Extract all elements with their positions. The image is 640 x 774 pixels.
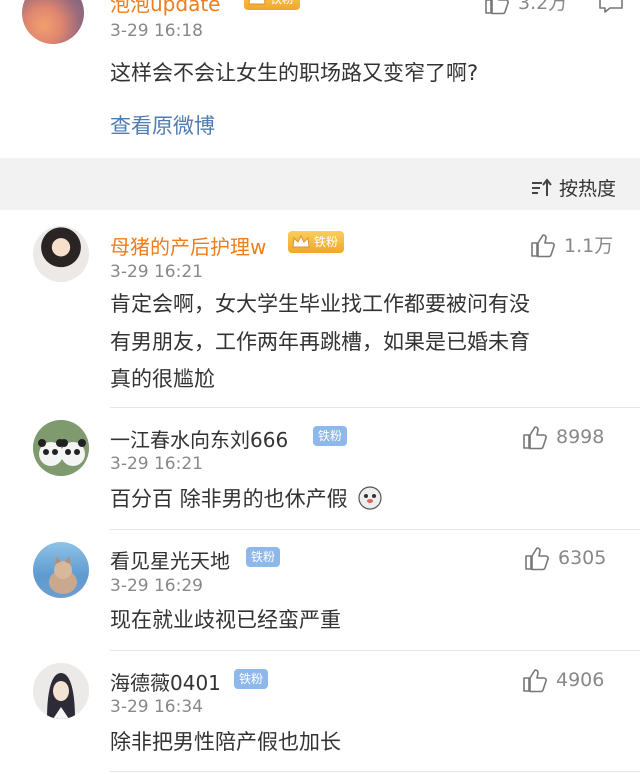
comment-time: 3-29 16:29 — [110, 576, 203, 596]
divider — [110, 771, 640, 772]
divider — [110, 650, 640, 651]
post-text: 这样会不会让女生的职场路又变窄了啊? — [110, 61, 479, 85]
comment-like-count: 1.1万 — [564, 235, 614, 257]
comment-text: 现在就业歧视已经蛮严重 — [110, 608, 341, 632]
comment-text-line: 肯定会啊，女大学生毕业找工作都要被问有没 — [110, 292, 530, 316]
commenter-name[interactable]: 一江春水向东刘666 — [110, 424, 288, 453]
comment-text: 百分百 除非男的也休产假 — [110, 482, 382, 516]
comment-time: 3-29 16:21 — [110, 454, 203, 474]
comment-time: 3-29 16:34 — [110, 697, 203, 717]
crown-icon — [248, 0, 266, 5]
post-author-name[interactable]: 泡泡update — [110, 0, 220, 17]
comment-time: 3-29 16:21 — [110, 262, 203, 282]
post-card: 泡泡update 铁粉 3-29 16:18 3.2万 这样会不会让女生的职场路… — [0, 0, 640, 158]
commenter-avatar[interactable] — [33, 420, 89, 476]
fan-badge: 铁粉 — [234, 669, 269, 689]
thumbs-up-icon — [531, 233, 555, 257]
comment-like-button[interactable]: 1.1万 — [530, 231, 613, 258]
divider — [110, 529, 640, 530]
commenter-name[interactable]: 母猪的产后护理w — [110, 231, 266, 260]
post-author-avatar[interactable] — [22, 0, 84, 44]
comment-like-button[interactable]: 8998 — [522, 424, 604, 450]
comment-like-count: 4906 — [556, 669, 605, 691]
commenter-avatar[interactable] — [33, 542, 89, 598]
comment-text-content: 百分百 除非男的也休产假 — [110, 487, 348, 511]
sort-label: 按热度 — [558, 178, 616, 200]
anime-avatar-icon — [33, 663, 89, 719]
crown-icon — [292, 234, 310, 248]
doge-emoji-icon — [358, 486, 382, 510]
comment-text-line: 有男朋友，工作两年再跳槽，如果是已婚未育 — [110, 330, 530, 354]
thumbs-up-icon — [523, 669, 547, 693]
comment-text-line: 真的很尴尬 — [110, 367, 215, 391]
comment-text: 除非把男性陪产假也加长 — [110, 730, 341, 754]
view-original-link[interactable]: 查看原微博 — [110, 110, 215, 140]
fan-badge: 铁粉 — [246, 547, 281, 567]
thumbs-up-icon — [523, 426, 547, 450]
thumbs-up-icon — [485, 0, 509, 14]
commenter-avatar[interactable] — [33, 226, 89, 282]
thumbs-up-icon — [525, 547, 549, 571]
divider — [110, 407, 640, 408]
comment-like-button[interactable]: 6305 — [524, 545, 606, 571]
fan-badge: 铁粉 — [244, 0, 301, 10]
comment-like-button[interactable]: 4906 — [522, 667, 604, 693]
post-like-count: 3.2万 — [518, 0, 568, 14]
panda-avatar-icon — [33, 420, 89, 476]
post-time: 3-29 16:18 — [110, 21, 203, 41]
fan-badge-label: 铁粉 — [270, 0, 294, 6]
sort-icon — [531, 177, 552, 196]
commenter-name[interactable]: 海德薇0401 — [110, 667, 221, 696]
fan-badge: 铁粉 — [313, 426, 348, 446]
sort-by-hot-button[interactable]: 按热度 — [531, 174, 616, 201]
comment-like-count: 6305 — [558, 547, 607, 569]
fan-badge: 铁粉 — [288, 231, 345, 253]
post-like-button[interactable]: 3.2万 — [484, 0, 567, 15]
fan-badge-label: 铁粉 — [314, 235, 339, 249]
cat-avatar-icon — [49, 556, 77, 594]
commenter-name[interactable]: 看见星光天地 — [110, 545, 230, 574]
comment-icon[interactable] — [598, 0, 624, 14]
comment-like-count: 8998 — [556, 426, 605, 448]
commenter-avatar[interactable] — [33, 663, 89, 719]
